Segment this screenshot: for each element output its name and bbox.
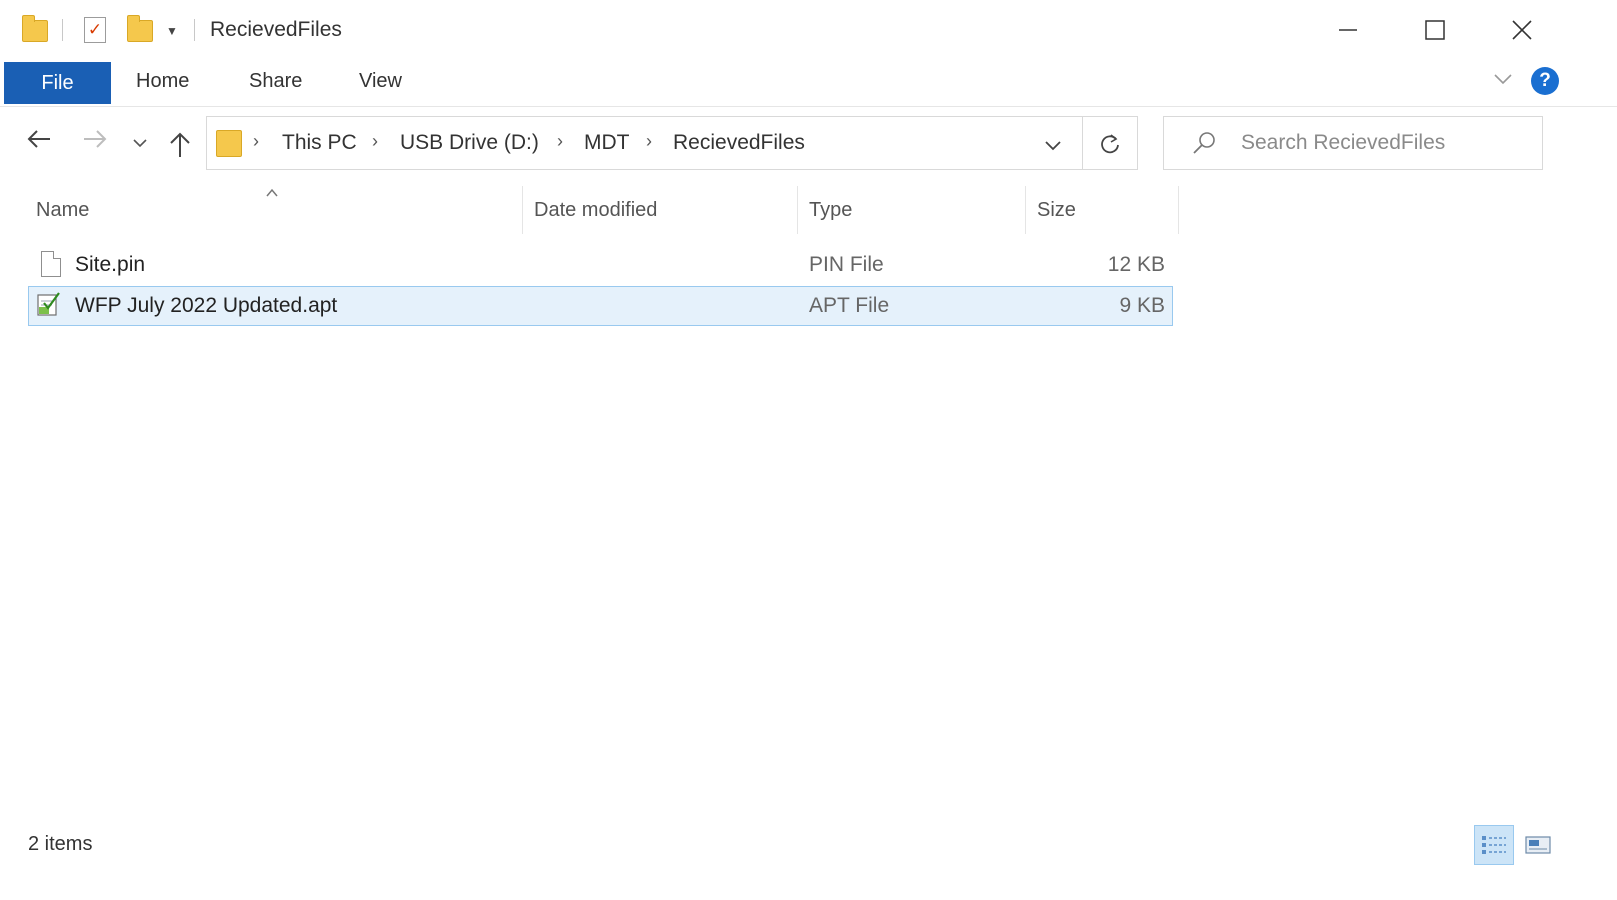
breadcrumb-this-pc[interactable]: This PC <box>282 131 357 155</box>
folder-icon[interactable] <box>22 15 48 42</box>
large-icons-view-button[interactable] <box>1518 825 1558 865</box>
search-input[interactable]: Search RecievedFiles <box>1241 131 1445 155</box>
new-folder-icon[interactable] <box>127 15 153 42</box>
minimize-icon <box>1339 29 1357 31</box>
address-divider <box>1082 117 1083 169</box>
search-icon <box>1191 131 1217 160</box>
properties-icon[interactable]: ✓ <box>84 17 106 43</box>
tab-view[interactable]: View <box>359 70 402 93</box>
column-header-date-modified[interactable]: Date modified <box>534 199 657 222</box>
file-size: 12 KB <box>1107 253 1165 276</box>
breadcrumb-recievedfiles[interactable]: RecievedFiles <box>673 131 805 155</box>
chevron-down-icon <box>133 139 147 148</box>
details-view-button[interactable] <box>1474 825 1514 865</box>
title-separator <box>194 19 195 41</box>
file-type: PIN File <box>809 253 884 276</box>
column-header-size[interactable]: Size <box>1037 199 1076 222</box>
back-button[interactable] <box>26 126 52 157</box>
window-title: RecievedFiles <box>210 18 342 41</box>
breadcrumb-separator-icon[interactable]: › <box>646 131 652 152</box>
column-divider[interactable] <box>522 186 523 234</box>
file-size: 9 KB <box>1119 294 1165 317</box>
breadcrumb-separator-icon[interactable]: › <box>557 131 563 152</box>
column-divider[interactable] <box>1025 186 1026 234</box>
maximize-button[interactable] <box>1405 10 1465 50</box>
help-button[interactable]: ? <box>1531 67 1559 95</box>
file-row[interactable]: WFP July 2022 Updated.apt APT File 9 KB <box>28 286 1173 326</box>
chevron-down-icon <box>1494 74 1512 85</box>
forward-button[interactable] <box>82 126 108 157</box>
file-row[interactable]: Site.pin PIN File 12 KB <box>28 245 1173 285</box>
breadcrumb-mdt[interactable]: MDT <box>584 131 630 155</box>
recent-locations-button[interactable] <box>133 135 147 153</box>
arrow-left-icon <box>27 130 50 148</box>
file-name: WFP July 2022 Updated.apt <box>75 294 338 317</box>
file-type: APT File <box>809 294 890 317</box>
column-header-type[interactable]: Type <box>809 199 852 222</box>
close-icon <box>1512 20 1532 40</box>
breadcrumb-separator-icon[interactable]: › <box>253 131 259 152</box>
chevron-down-icon <box>1045 141 1061 151</box>
tab-share[interactable]: Share <box>249 70 302 93</box>
maximize-icon <box>1425 20 1445 40</box>
tab-home[interactable]: Home <box>136 70 189 93</box>
close-button[interactable] <box>1492 10 1552 50</box>
up-button[interactable] <box>168 130 192 163</box>
refresh-icon <box>1101 134 1119 154</box>
tab-file[interactable]: File <box>4 62 111 104</box>
minimize-button[interactable] <box>1318 10 1378 50</box>
column-divider[interactable] <box>797 186 798 234</box>
apt-file-icon <box>37 292 60 316</box>
quick-access-separator <box>62 19 63 41</box>
folder-icon <box>216 130 242 157</box>
breadcrumb-usb-drive[interactable]: USB Drive (D:) <box>400 131 539 155</box>
large-icons-view-icon <box>1525 836 1551 854</box>
arrow-up-icon <box>170 132 190 157</box>
column-divider[interactable] <box>1178 186 1179 234</box>
expand-ribbon-button[interactable] <box>1493 72 1513 91</box>
address-history-button[interactable] <box>1044 139 1062 157</box>
document-icon <box>41 251 61 277</box>
arrow-right-icon <box>84 130 107 148</box>
refresh-button[interactable] <box>1099 132 1121 161</box>
file-name: Site.pin <box>75 253 146 276</box>
ribbon <box>0 60 1617 107</box>
details-view-icon <box>1482 836 1506 854</box>
breadcrumb-separator-icon[interactable]: › <box>372 131 378 152</box>
column-header-name[interactable]: Name <box>36 199 89 222</box>
item-count: 2 items <box>28 833 93 855</box>
customize-quick-access-icon[interactable]: ▼ <box>166 24 178 38</box>
sort-ascending-icon <box>265 184 279 202</box>
